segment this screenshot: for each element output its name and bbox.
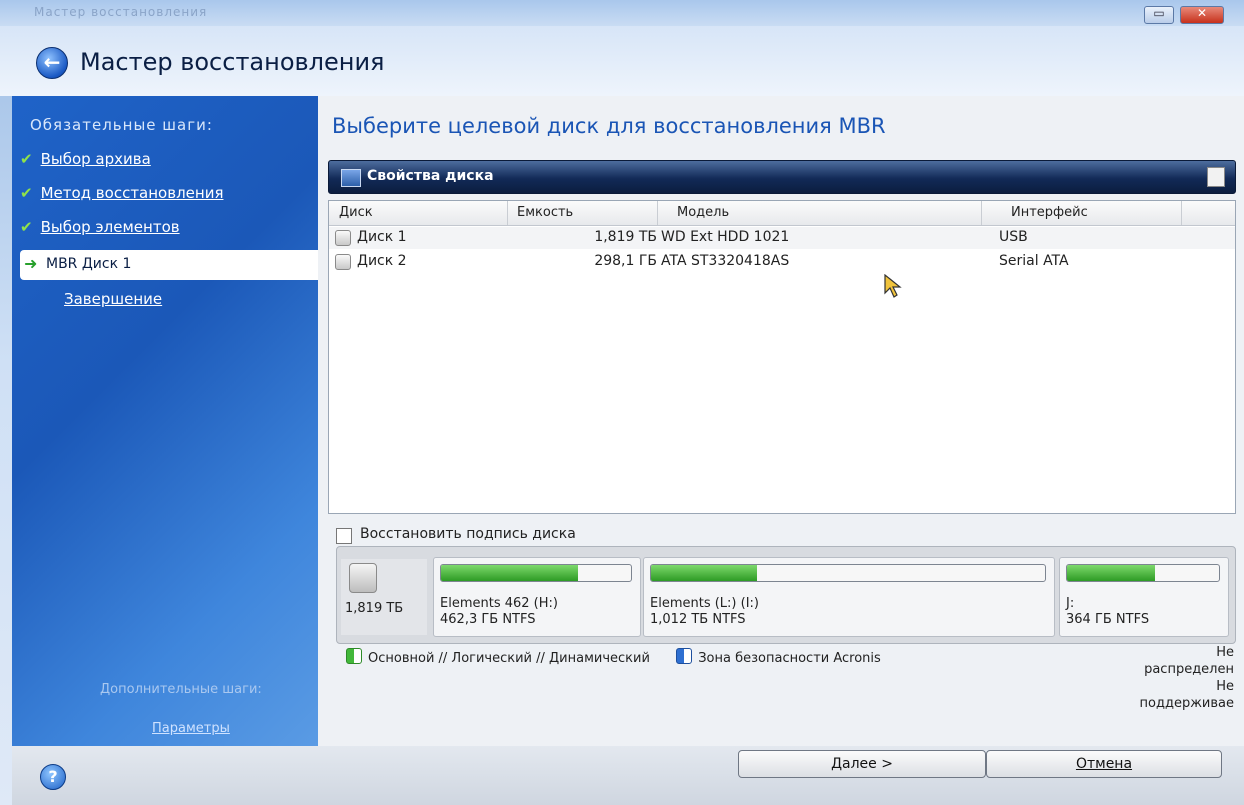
partition-j[interactable]: J: 364 ГБ NTFS [1059,557,1229,637]
sidebar-item-elements[interactable]: ✔ Выбор элементов [20,218,180,236]
sidebar-item-label: Завершение [64,290,163,308]
partition-l[interactable]: Elements (L:) (I:) 1,012 ТБ NTFS [643,557,1055,637]
primary-partition-icon [346,648,362,664]
disk-map: 1,819 ТБ Elements 462 (H:) 462,3 ГБ NTFS… [336,546,1236,644]
partition-usage-bar [440,564,632,582]
sidebar: Обязательные шаги: ✔ Выбор архива ✔ Метод … [12,96,318,746]
wizard-header: ← Мастер восстановления [0,26,1244,96]
table-row[interactable]: Диск 2 298,1 ГБ ATA ST3320418AS Serial A… [329,251,1235,273]
column-header-model[interactable]: Модель [677,205,729,220]
column-header-capacity[interactable]: Емкость [517,205,573,220]
cell-disk: Диск 1 [357,229,407,245]
back-arrow-icon[interactable]: ← [36,47,68,79]
partition-name: J: [1066,596,1075,611]
next-button[interactable]: Далее > [738,750,986,778]
cancel-button[interactable]: Отмена [986,750,1222,778]
cell-model: ATA ST3320418AS [661,253,790,269]
legend: Основной // Логический // Динамический З… [346,648,881,666]
sidebar-item-label: MBR Диск 1 [46,256,132,272]
disk-icon [335,254,351,270]
sidebar-item-current[interactable]: ➜ MBR Диск 1 [20,250,318,280]
sidebar-item-label: Выбор архива [40,150,151,168]
column-divider[interactable] [507,201,508,225]
extra-steps-heading: Дополнительные шаги: [100,682,262,697]
close-button[interactable]: ✕ [1180,6,1224,24]
checkmark-icon: ✔ [20,184,33,202]
minimize-button[interactable]: ▭ [1144,6,1174,24]
partition-info: 364 ГБ NTFS [1066,612,1150,627]
mouse-cursor-icon [884,274,902,298]
column-divider[interactable] [657,201,658,225]
disk-properties-bar[interactable]: Свойства диска [328,160,1236,194]
column-header-disk[interactable]: Диск [339,205,373,220]
disk-icon [349,563,377,593]
minimize-icon: ▭ [1153,6,1165,20]
cell-interface: Serial ATA [999,253,1069,269]
sidebar-item-finish[interactable]: Завершение [64,290,162,308]
column-header-interface[interactable]: Интерфейс [1011,205,1088,220]
table-row[interactable]: Диск 1 1,819 ТБ WD Ext HDD 1021 USB [329,227,1235,249]
column-divider[interactable] [981,201,982,225]
help-icon[interactable]: ? [40,764,66,790]
app-title: Мастер восстановления [80,48,385,76]
column-divider[interactable] [1181,201,1182,225]
legend-unallocated: Не распределен Не поддерживае [1139,645,1234,711]
close-icon: ✕ [1196,6,1208,20]
disk-map-disk: 1,819 ТБ [341,559,427,635]
cell-disk: Диск 2 [357,253,407,269]
checkmark-icon: ✔ [20,218,33,236]
arrow-right-icon: ➜ [24,254,38,273]
notes-icon[interactable] [1207,167,1225,187]
cell-model: WD Ext HDD 1021 [661,229,790,245]
cancel-button-label: Отмена [1075,756,1133,772]
legend-primary: Основной // Логический // Динамический [368,651,650,666]
cell-interface: USB [999,229,1028,245]
partition-usage-fill [1067,565,1156,581]
title-bar: Мастер восстановления ▭ ✕ [0,0,1244,26]
required-steps-heading: Обязательные шаги: [30,116,213,134]
main-panel: Выберите целевой диск для восстановления… [318,96,1244,746]
partition-usage-fill [651,565,758,581]
disk-table: Диск Емкость Модель Интерфейс Диск 1 1,8… [328,200,1236,514]
page-title: Выберите целевой диск для восстановления… [332,114,886,138]
sidebar-item-label: Метод восстановления [40,184,224,202]
partition-info: 462,3 ГБ NTFS [440,612,536,627]
disk-icon [335,230,351,246]
restore-signature-checkbox[interactable] [336,528,352,544]
disk-properties-label: Свойства диска [367,168,494,184]
wizard-footer: ? Далее > Отмена [12,746,1244,805]
partition-info: 1,012 ТБ NTFS [650,612,746,627]
partition-h[interactable]: Elements 462 (H:) 462,3 ГБ NTFS [433,557,641,637]
window-title: Мастер восстановления [34,5,208,19]
checkmark-icon: ✔ [20,150,33,168]
sidebar-item-method[interactable]: ✔ Метод восстановления [20,184,223,202]
cell-capacity: 1,819 ТБ [594,229,657,245]
table-header: Диск Емкость Модель Интерфейс [329,201,1235,226]
sidebar-item-label: Выбор элементов [40,218,180,236]
cell-capacity: 298,1 ГБ [594,253,657,269]
sidebar-item-parameters[interactable]: Параметры [152,721,230,736]
partition-usage-bar [1066,564,1220,582]
legend-acronis: Зона безопасности Acronis [698,651,881,666]
partition-usage-fill [441,565,578,581]
partition-name: Elements 462 (H:) [440,596,558,611]
restore-signature-label[interactable]: Восстановить подпись диска [360,526,576,542]
acronis-zone-icon [676,648,693,664]
disk-size: 1,819 ТБ [345,601,404,616]
sidebar-item-archive[interactable]: ✔ Выбор архива [20,150,151,168]
disk-properties-icon [341,169,361,187]
wizard-window: Мастер восстановления ▭ ✕ ← Мастер восст… [0,0,1244,805]
partition-name: Elements (L:) (I:) [650,596,759,611]
partition-usage-bar [650,564,1046,582]
